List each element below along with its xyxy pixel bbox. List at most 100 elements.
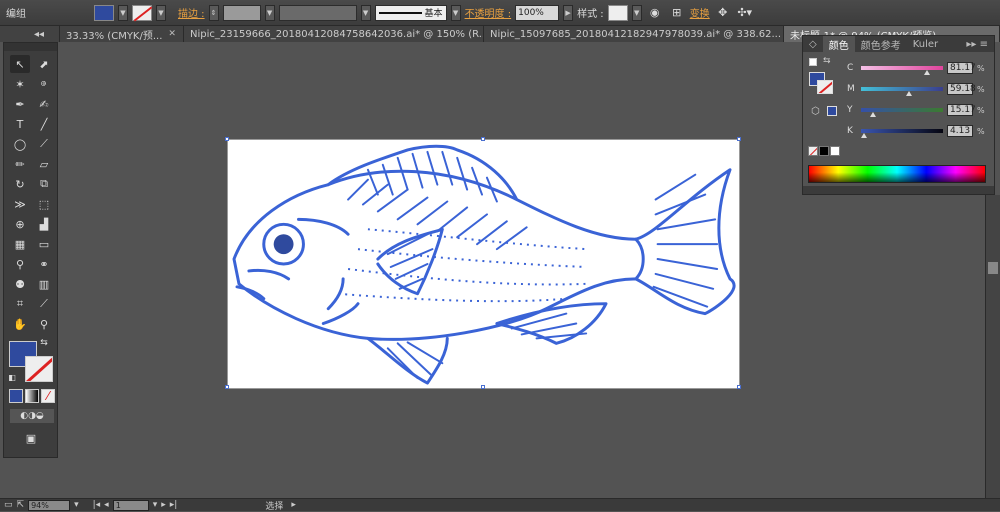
- type-icon[interactable]: T: [10, 115, 30, 133]
- column-graph-icon[interactable]: ▥: [34, 275, 54, 293]
- stroke-weight-field[interactable]: [222, 4, 261, 21]
- transform-link[interactable]: 变换: [690, 5, 710, 20]
- line-icon[interactable]: ╱: [34, 115, 54, 133]
- prev-artboard-icon[interactable]: ◂: [104, 500, 109, 510]
- gradient-mode-icon[interactable]: [25, 389, 39, 403]
- slider-thumb[interactable]: [870, 112, 877, 117]
- export-icon[interactable]: ⇱: [17, 500, 25, 510]
- opacity-field[interactable]: 100%: [515, 4, 560, 21]
- slider-thumb[interactable]: [906, 91, 913, 96]
- scroll-thumb[interactable]: [988, 262, 998, 274]
- swap-colors-icon[interactable]: ⇆: [823, 56, 831, 66]
- pencil-icon[interactable]: ✏: [10, 155, 30, 173]
- channel-value-field[interactable]: 81.17: [947, 62, 976, 74]
- width-icon[interactable]: ≫: [10, 195, 30, 213]
- scale-icon[interactable]: ⧉: [34, 175, 54, 193]
- color-mode-icon[interactable]: [9, 389, 23, 403]
- default-colors-icon[interactable]: [809, 58, 817, 66]
- panel-stroke-swatch[interactable]: [817, 80, 833, 94]
- fish-artwork[interactable]: [228, 140, 739, 388]
- align-icon[interactable]: ⊞: [668, 4, 686, 22]
- artboard-icon[interactable]: ⌗: [10, 295, 30, 313]
- gradient-icon[interactable]: ▭: [34, 235, 54, 253]
- zoom-icon[interactable]: ⚲: [34, 315, 54, 333]
- selection-handle[interactable]: [737, 137, 741, 141]
- selection-handle[interactable]: [225, 385, 229, 389]
- default-colors-icon[interactable]: ◧: [6, 371, 18, 383]
- panel-collapse-icon[interactable]: ◇: [803, 36, 823, 52]
- next-artboard-icon[interactable]: ▸: [161, 500, 166, 510]
- direct-selection-icon[interactable]: ⬈: [34, 55, 54, 73]
- color-spectrum[interactable]: [808, 165, 986, 183]
- slider-y[interactable]: Y 15.17 %: [847, 104, 992, 117]
- opacity-label[interactable]: 不透明度 :: [465, 5, 512, 20]
- paintbrush-icon[interactable]: ⟋: [34, 135, 54, 153]
- zoom-dropdown-icon[interactable]: ▾: [74, 500, 79, 510]
- artboard-dropdown-icon[interactable]: ▾: [153, 500, 158, 510]
- slice-icon[interactable]: ⟋: [34, 295, 54, 313]
- slider-track[interactable]: [861, 129, 943, 138]
- channel-value-field[interactable]: 15.17: [947, 104, 976, 116]
- selection-icon[interactable]: ↖: [10, 55, 30, 73]
- out-of-gamut-icon[interactable]: ⬡: [811, 106, 820, 117]
- fill-swatch[interactable]: [94, 4, 114, 21]
- tab-color[interactable]: 颜色: [822, 36, 855, 52]
- selection-handle[interactable]: [481, 385, 485, 389]
- shape-builder-icon[interactable]: ⊕: [10, 215, 30, 233]
- slider-track[interactable]: [861, 66, 943, 75]
- close-icon[interactable]: ✕: [168, 29, 176, 39]
- symbol-sprayer-icon[interactable]: ⚉: [10, 275, 30, 293]
- black-swatch[interactable]: [819, 146, 829, 156]
- slider-thumb[interactable]: [861, 133, 868, 138]
- isolate-icon[interactable]: ✥: [714, 4, 732, 22]
- panel-menu-icon[interactable]: ✣▾: [736, 4, 754, 22]
- stroke-weight-stepper[interactable]: ⇕: [208, 4, 219, 21]
- fill-dropdown-icon[interactable]: ▼: [118, 4, 128, 21]
- magic-wand-icon[interactable]: ✶: [10, 75, 30, 93]
- variable-width-field[interactable]: [278, 4, 357, 21]
- opacity-dropdown-icon[interactable]: ▶: [563, 4, 574, 21]
- variable-width-dropdown-icon[interactable]: ▼: [360, 4, 371, 21]
- lasso-icon[interactable]: ဇ: [34, 75, 54, 93]
- screen-mode-icon[interactable]: ▣: [20, 431, 42, 445]
- slider-track[interactable]: [861, 108, 943, 117]
- stroke-swatch[interactable]: [132, 4, 152, 21]
- pen-icon[interactable]: ✒: [10, 95, 30, 113]
- graph-icon[interactable]: ▟: [34, 215, 54, 233]
- slider-thumb[interactable]: [924, 70, 931, 75]
- blend-icon[interactable]: ⚭: [34, 255, 54, 273]
- selection-handle[interactable]: [225, 137, 229, 141]
- draw-mode-icon[interactable]: ◐◑◒: [10, 409, 54, 423]
- panel-grip[interactable]: [4, 43, 57, 51]
- channel-value-field[interactable]: 4.13: [947, 125, 973, 137]
- none-mode-icon[interactable]: ⁄: [41, 389, 55, 403]
- hand-icon[interactable]: ✋: [10, 315, 30, 333]
- free-transform-icon[interactable]: ⬚: [34, 195, 54, 213]
- stroke-dropdown-icon[interactable]: ▼: [156, 4, 166, 21]
- tab-color-guide[interactable]: 颜色参考: [855, 36, 907, 52]
- swap-colors-icon[interactable]: ⇆: [38, 337, 50, 349]
- artboard[interactable]: [227, 139, 740, 389]
- document-tab[interactable]: 33.33% (CMYK/预... ✕: [60, 26, 184, 42]
- stroke-color-box[interactable]: [25, 356, 53, 382]
- panel-resize-grip[interactable]: [803, 186, 994, 194]
- stroke-weight-dropdown-icon[interactable]: ▼: [264, 4, 275, 21]
- curvature-icon[interactable]: ✍: [34, 95, 54, 113]
- slider-track[interactable]: [861, 87, 943, 96]
- channel-value-field[interactable]: 59.18: [947, 83, 976, 95]
- zoom-field[interactable]: 94%: [28, 499, 71, 511]
- document-tab[interactable]: Nipic_23159666_20180412084758642036.ai* …: [184, 26, 484, 42]
- vertical-scrollbar[interactable]: [985, 195, 1000, 498]
- slider-m[interactable]: M 59.18 %: [847, 83, 992, 96]
- last-artboard-icon[interactable]: ▸|: [170, 500, 178, 510]
- ellipse-icon[interactable]: ◯: [10, 135, 30, 153]
- document-tab[interactable]: Nipic_15097685_20180412182947978039.ai* …: [484, 26, 784, 42]
- eraser-icon[interactable]: ▱: [34, 155, 54, 173]
- none-swatch[interactable]: [808, 146, 818, 156]
- selection-handle[interactable]: [481, 137, 485, 141]
- graphic-style-dropdown-icon[interactable]: ▼: [631, 4, 642, 21]
- in-gamut-swatch[interactable]: [827, 106, 837, 116]
- tab-overflow[interactable]: ◂◂: [0, 26, 60, 42]
- brush-dropdown-icon[interactable]: ▼: [450, 4, 461, 21]
- artboard-number-field[interactable]: 1: [112, 499, 149, 511]
